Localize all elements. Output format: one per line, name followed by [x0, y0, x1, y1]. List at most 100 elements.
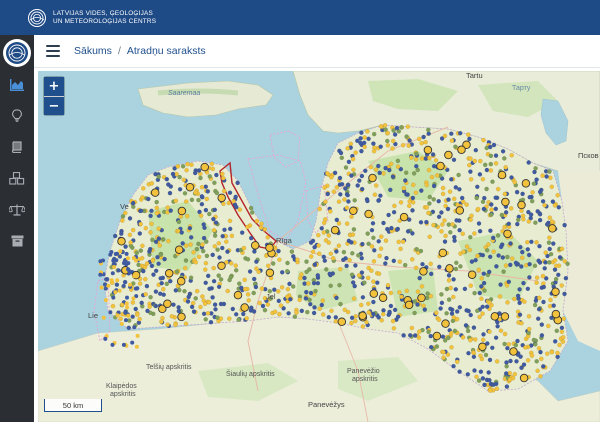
deposit-marker[interactable]: [477, 290, 483, 296]
deposit-marker[interactable]: [519, 255, 525, 261]
deposit-marker[interactable]: [446, 197, 451, 202]
deposit-marker[interactable]: [532, 302, 538, 308]
deposit-marker[interactable]: [379, 234, 384, 239]
deposit-marker[interactable]: [388, 290, 394, 296]
deposit-marker[interactable]: [182, 191, 188, 196]
deposit-marker[interactable]: [226, 200, 232, 206]
deposit-marker[interactable]: [337, 175, 343, 181]
deposit-marker[interactable]: [159, 319, 164, 324]
deposit-marker[interactable]: [321, 220, 327, 226]
deposit-marker[interactable]: [413, 190, 419, 195]
deposit-marker[interactable]: [338, 266, 343, 272]
deposit-marker[interactable]: [123, 309, 128, 314]
deposit-marker[interactable]: [392, 132, 398, 137]
deposit-marker[interactable]: [400, 239, 406, 244]
deposit-marker[interactable]: [434, 173, 440, 178]
deposit-marker[interactable]: [168, 278, 173, 284]
deposit-marker[interactable]: [484, 186, 489, 192]
deposit-marker[interactable]: [404, 192, 409, 197]
deposit-marker[interactable]: [482, 195, 487, 201]
deposit-marker[interactable]: [207, 174, 213, 179]
deposit-marker[interactable]: [525, 247, 531, 252]
deposit-marker[interactable]: [427, 234, 432, 240]
deposit-marker[interactable]: [158, 252, 163, 257]
deposit-marker[interactable]: [486, 242, 491, 247]
deposit-marker[interactable]: [173, 288, 179, 293]
deposit-marker[interactable]: [119, 321, 124, 326]
deposit-marker[interactable]: [446, 278, 452, 283]
deposit-marker[interactable]: [477, 172, 483, 177]
deposit-marker[interactable]: [538, 349, 543, 355]
deposit-marker[interactable]: [221, 175, 226, 181]
deposit-marker[interactable]: [198, 175, 203, 181]
deposit-marker[interactable]: [179, 230, 184, 235]
deposit-marker[interactable]: [531, 337, 537, 343]
deposit-marker[interactable]: [315, 273, 321, 278]
deposit-marker[interactable]: [363, 168, 368, 174]
deposit-marker[interactable]: [120, 218, 125, 223]
deposit-marker[interactable]: [276, 289, 281, 294]
deposit-marker[interactable]: [357, 178, 362, 183]
deposit-marker[interactable]: [338, 150, 344, 156]
deposit-marker[interactable]: [222, 227, 227, 233]
deposit-marker[interactable]: [141, 268, 146, 274]
deposit-marker[interactable]: [233, 263, 238, 268]
deposit-marker[interactable]: [221, 188, 227, 194]
deposit-marker[interactable]: [391, 326, 397, 331]
deposit-marker[interactable]: [487, 254, 493, 260]
deposit-marker-large[interactable]: [358, 311, 367, 320]
deposit-marker[interactable]: [450, 222, 455, 227]
deposit-marker[interactable]: [398, 200, 404, 205]
deposit-marker[interactable]: [351, 227, 357, 232]
deposit-marker[interactable]: [420, 261, 425, 267]
deposit-marker[interactable]: [227, 218, 233, 224]
deposit-marker[interactable]: [468, 312, 473, 318]
deposit-marker[interactable]: [533, 342, 538, 347]
deposit-marker[interactable]: [563, 275, 569, 281]
deposit-marker[interactable]: [428, 261, 433, 267]
deposit-marker[interactable]: [177, 174, 182, 180]
deposit-marker[interactable]: [344, 221, 350, 226]
deposit-marker[interactable]: [410, 195, 416, 201]
deposit-marker[interactable]: [534, 359, 539, 364]
deposit-marker[interactable]: [252, 249, 257, 254]
deposit-marker[interactable]: [216, 284, 222, 290]
deposit-marker[interactable]: [543, 250, 548, 255]
deposit-marker[interactable]: [351, 167, 356, 173]
deposit-marker[interactable]: [525, 239, 530, 245]
deposit-marker[interactable]: [244, 316, 249, 321]
deposit-marker[interactable]: [407, 333, 413, 338]
deposit-marker[interactable]: [356, 273, 362, 278]
deposit-marker[interactable]: [193, 260, 199, 265]
deposit-marker[interactable]: [446, 297, 452, 302]
deposit-marker[interactable]: [133, 286, 138, 291]
deposit-marker[interactable]: [200, 294, 205, 299]
deposit-marker-large[interactable]: [177, 206, 187, 216]
deposit-marker[interactable]: [417, 275, 422, 281]
deposit-marker[interactable]: [138, 208, 144, 214]
deposit-marker[interactable]: [555, 350, 560, 356]
deposit-marker[interactable]: [112, 233, 118, 239]
deposit-marker[interactable]: [549, 219, 555, 224]
deposit-marker[interactable]: [476, 378, 482, 383]
deposit-marker[interactable]: [396, 239, 401, 245]
deposit-marker[interactable]: [359, 130, 364, 135]
deposit-marker[interactable]: [210, 166, 216, 172]
deposit-marker[interactable]: [457, 130, 463, 136]
deposit-marker[interactable]: [327, 271, 332, 277]
deposit-marker[interactable]: [242, 286, 248, 292]
deposit-marker[interactable]: [526, 330, 531, 336]
deposit-marker[interactable]: [390, 318, 396, 324]
deposit-marker[interactable]: [552, 258, 558, 263]
deposit-marker[interactable]: [468, 177, 474, 182]
deposit-marker-large[interactable]: [349, 206, 358, 216]
deposit-marker[interactable]: [444, 286, 450, 292]
deposit-marker[interactable]: [203, 317, 208, 322]
deposit-marker[interactable]: [247, 269, 253, 274]
deposit-marker[interactable]: [481, 332, 486, 337]
deposit-marker[interactable]: [251, 290, 256, 296]
deposit-marker-large[interactable]: [478, 342, 487, 352]
deposit-marker[interactable]: [297, 297, 302, 303]
deposit-marker-large[interactable]: [419, 267, 428, 276]
deposit-marker[interactable]: [383, 261, 388, 266]
